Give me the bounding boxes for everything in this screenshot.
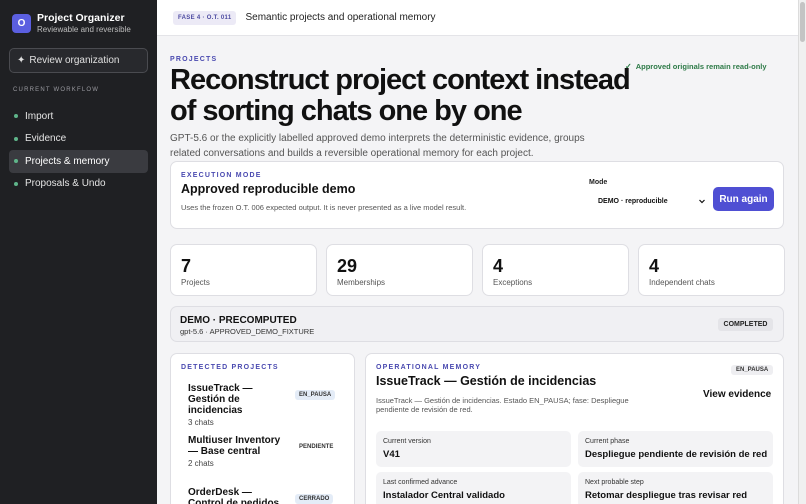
stat-label: Memberships bbox=[337, 278, 386, 287]
project-status-badge: CERRADO bbox=[295, 494, 334, 504]
review-organization-button[interactable]: ✦ Review organization bbox=[9, 48, 148, 73]
app-subtitle: Reviewable and reversible bbox=[37, 25, 131, 34]
cell-label: Current version bbox=[383, 438, 431, 445]
execution-mode-label: EXECUTION MODE bbox=[181, 172, 262, 179]
chevron-down-icon bbox=[699, 199, 705, 204]
stat-label: Independent chats bbox=[649, 278, 715, 287]
readonly-notice: ✓ Approved originals remain read-only bbox=[625, 58, 767, 74]
project-chat-count: 3 chats bbox=[188, 418, 214, 427]
mode-select-value: DEMO · reproducible bbox=[598, 197, 668, 205]
project-item[interactable]: OrderDesk — Control de pedidos CERRADO bbox=[188, 487, 343, 504]
review-organization-label: Review organization bbox=[29, 55, 120, 66]
run-status-subtitle: gpt-5.6 · APPROVED_DEMO_FIXTURE bbox=[180, 327, 315, 336]
cell-value: V41 bbox=[383, 449, 400, 460]
brand: O Project Organizer Reviewable and rever… bbox=[12, 12, 131, 35]
execution-mode-card: EXECUTION MODE Approved reproducible dem… bbox=[170, 161, 784, 229]
section-label: PROJECTS bbox=[170, 56, 218, 63]
cell-label: Last confirmed advance bbox=[383, 479, 458, 486]
status-badge: COMPLETED bbox=[718, 318, 773, 331]
sparkle-icon: ✦ bbox=[17, 55, 26, 66]
sidebar-item-label: Proposals & Undo bbox=[25, 178, 106, 190]
stat-exceptions: 4 Exceptions bbox=[482, 244, 629, 296]
mode-field-label: Mode bbox=[589, 179, 608, 186]
project-item[interactable]: Multiuser Inventory — Base central 2 cha… bbox=[188, 435, 343, 468]
stat-value: 4 bbox=[493, 256, 504, 276]
dot-icon bbox=[14, 114, 18, 119]
cell-label: Current phase bbox=[585, 438, 630, 445]
stat-memberships: 29 Memberships bbox=[326, 244, 473, 296]
run-status-title: DEMO · PRECOMPUTED bbox=[180, 315, 297, 326]
stat-independent-chats: 4 Independent chats bbox=[638, 244, 785, 296]
phase-badge: FASE 4 · O.T. 011 bbox=[173, 10, 237, 25]
view-evidence-button[interactable]: View evidence bbox=[703, 389, 771, 400]
memory-status-badge: EN_PAUSA bbox=[731, 365, 774, 375]
sidebar-item-label: Projects & memory bbox=[25, 155, 110, 167]
project-name: Multiuser Inventory — Base central bbox=[188, 435, 281, 457]
detected-projects-panel: DETECTED PROJECTS IssueTrack — Gestión d… bbox=[170, 353, 355, 504]
stat-value: 29 bbox=[337, 256, 358, 276]
current-version-cell: Current version V41 bbox=[376, 431, 571, 467]
memory-project-title: IssueTrack — Gestión de incidencias bbox=[376, 374, 597, 388]
cell-value: Instalador Central validado bbox=[383, 490, 505, 501]
project-name: IssueTrack — Gestión de incidencias bbox=[188, 383, 253, 416]
sidebar-item-label: Evidence bbox=[25, 133, 67, 145]
stat-projects: 7 Projects bbox=[170, 244, 317, 296]
run-status-bar: DEMO · PRECOMPUTED gpt-5.6 · APPROVED_DE… bbox=[170, 306, 784, 342]
app-title: Project Organizer bbox=[37, 12, 125, 24]
operational-memory-label: OPERATIONAL MEMORY bbox=[376, 364, 482, 371]
scrollbar-thumb[interactable] bbox=[800, 2, 805, 42]
sidebar-item-label: Import bbox=[25, 110, 54, 122]
project-status-badge: PENDIENTE bbox=[299, 444, 334, 450]
stat-label: Exceptions bbox=[493, 278, 533, 287]
dot-icon bbox=[14, 159, 18, 164]
project-status-badge: EN_PAUSA bbox=[295, 390, 336, 400]
app-logo: O bbox=[12, 14, 31, 33]
vertical-scrollbar[interactable] bbox=[798, 0, 806, 504]
page-title: Reconstruct project context instead of s… bbox=[170, 64, 631, 127]
top-bar-title: Semantic projects and operational memory bbox=[245, 12, 436, 23]
execution-mode-title: Approved reproducible demo bbox=[181, 182, 356, 196]
detected-projects-label: DETECTED PROJECTS bbox=[181, 364, 279, 371]
top-bar: FASE 4 · O.T. 011 Semantic projects and … bbox=[157, 0, 798, 36]
memory-description: IssueTrack — Gestión de incidencias. Est… bbox=[376, 396, 629, 414]
sidebar: O Project Organizer Reviewable and rever… bbox=[0, 0, 157, 504]
sidebar-item-import[interactable]: Import bbox=[9, 105, 148, 128]
operational-memory-panel: OPERATIONAL MEMORY IssueTrack — Gestión … bbox=[365, 353, 784, 504]
current-phase-cell: Current phase Despliegue pendiente de re… bbox=[578, 431, 773, 467]
sidebar-item-projects-memory[interactable]: Projects & memory bbox=[9, 150, 148, 173]
project-chat-count: 2 chats bbox=[188, 459, 214, 468]
workflow-nav: Import Evidence Projects & memory Propos… bbox=[9, 105, 148, 195]
page-lead: GPT-5.6 or the explicitly labelled appro… bbox=[170, 133, 585, 159]
sidebar-item-proposals-undo[interactable]: Proposals & Undo bbox=[9, 173, 148, 196]
dot-icon bbox=[14, 136, 18, 141]
project-name: OrderDesk — Control de pedidos bbox=[188, 487, 280, 504]
workflow-heading: CURRENT WORKFLOW bbox=[13, 87, 100, 93]
project-item[interactable]: IssueTrack — Gestión de incidencias 3 ch… bbox=[188, 383, 343, 427]
next-probable-step-cell: Next probable step Retomar despliegue tr… bbox=[578, 472, 773, 504]
last-confirmed-advance-cell: Last confirmed advance Instalador Centra… bbox=[376, 472, 571, 504]
run-again-button[interactable]: Run again bbox=[713, 187, 774, 211]
sidebar-item-evidence[interactable]: Evidence bbox=[9, 128, 148, 151]
stat-value: 7 bbox=[181, 256, 192, 276]
cell-label: Next probable step bbox=[585, 479, 644, 486]
stat-value: 4 bbox=[649, 256, 660, 276]
cell-value: Retomar despliegue tras revisar red bbox=[585, 490, 748, 501]
stat-label: Projects bbox=[181, 278, 210, 287]
mode-select[interactable]: DEMO · reproducible bbox=[589, 193, 709, 209]
dot-icon bbox=[14, 181, 18, 186]
readonly-notice-text: Approved originals remain read-only bbox=[635, 61, 767, 71]
execution-mode-description: Uses the frozen O.T. 006 expected output… bbox=[181, 203, 467, 212]
cell-value: Despliegue pendiente de revisión de red bbox=[585, 449, 768, 460]
